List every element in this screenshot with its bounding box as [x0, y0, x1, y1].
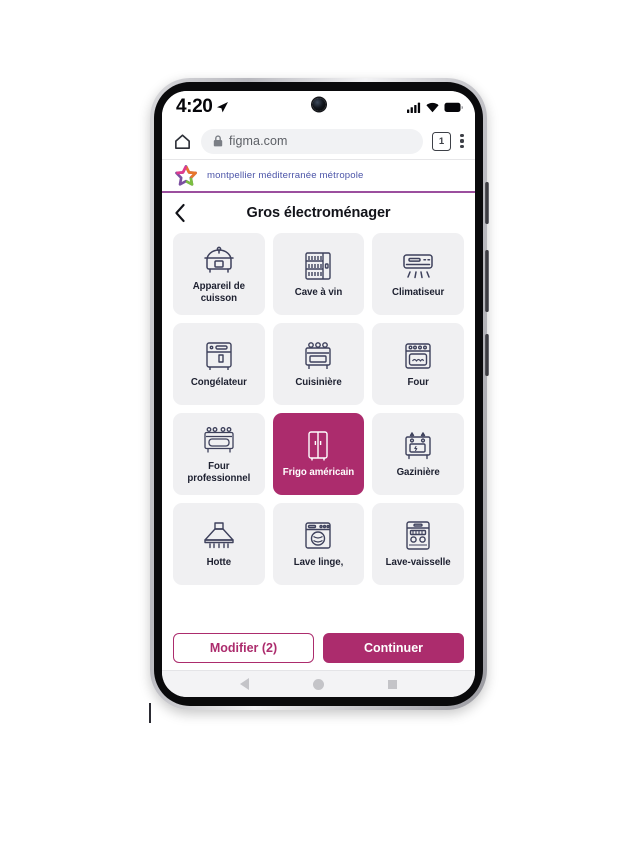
tile-cuisiniere[interactable]: Cuisinière [272, 323, 365, 405]
nav-home-icon[interactable] [313, 678, 324, 690]
tile-label: Gazinière [396, 467, 440, 479]
brand-name: montpellier méditerranée métropole [207, 170, 364, 181]
phone-side-button-3[interactable] [485, 334, 489, 376]
continue-button[interactable]: Continuer [323, 633, 464, 663]
tile-frigo-americain[interactable]: Frigo américain [272, 413, 365, 495]
tile-four[interactable]: Four [372, 323, 464, 405]
phone-side-button-1[interactable] [485, 182, 489, 224]
freezer-icon [204, 338, 234, 374]
tile-label: Climatiseur [392, 287, 445, 299]
tile-label: Lave linge, [293, 557, 344, 569]
gas-stove-icon [403, 428, 433, 464]
professional-oven-icon [202, 422, 236, 458]
wifi-icon [426, 102, 439, 112]
brand-bar: montpellier méditerranée métropole [162, 160, 475, 193]
home-icon[interactable] [173, 132, 192, 151]
tile-label: Four [407, 377, 429, 389]
url-text: figma.com [229, 134, 288, 148]
tile-label: Cuisinière [295, 377, 342, 389]
kebab-menu-icon[interactable] [460, 133, 464, 149]
lock-icon [213, 135, 223, 147]
cellular-signal-icon [407, 102, 421, 113]
nav-back-icon[interactable] [240, 678, 249, 690]
tile-appareil-de-cuisson[interactable]: Appareil de cuisson [173, 233, 265, 315]
tile-label: Four professionnel [187, 461, 251, 484]
tile-congelateur[interactable]: Congélateur [173, 323, 265, 405]
tile-label: Cave à vin [294, 287, 343, 299]
status-bar-left: 4:20 [176, 96, 229, 118]
battery-icon [444, 102, 463, 112]
tile-hotte[interactable]: Hotte [173, 503, 265, 585]
rice-cooker-icon [202, 242, 236, 278]
tile-label: Frigo américain [282, 467, 355, 479]
tile-four-professionnel[interactable]: Four professionnel [173, 413, 265, 495]
tile-climatiseur[interactable]: Climatiseur [372, 233, 464, 315]
phone-screen: 4:20 figma.com 1 montpellier méditerrané… [162, 91, 475, 697]
page-header: Gros électroménager [162, 193, 475, 233]
status-bar-right [407, 102, 463, 113]
washing-machine-icon [304, 518, 332, 554]
american-fridge-icon [305, 428, 331, 464]
cooker-icon [302, 338, 334, 374]
text-caret-artifact [149, 703, 151, 723]
action-bar: Modifier (2) Continuer [162, 626, 475, 670]
oven-icon [403, 338, 433, 374]
page-title: Gros électroménager [246, 205, 391, 221]
tile-label: Hotte [206, 557, 232, 569]
category-grid: Appareil de cuisson Cave à vin Climatise… [173, 233, 464, 585]
dishwasher-icon [404, 518, 432, 554]
status-time: 4:20 [176, 96, 213, 117]
montpellier-star-logo-icon [175, 164, 197, 186]
tile-label: Lave-vaisselle [385, 557, 451, 569]
tile-label: Appareil de cuisson [192, 281, 245, 304]
url-bar[interactable]: figma.com [201, 128, 423, 154]
tile-gaziniere[interactable]: Gazinière [372, 413, 464, 495]
back-chevron-icon[interactable] [174, 203, 186, 223]
front-camera-icon [312, 98, 325, 111]
wine-cellar-icon [303, 248, 333, 284]
android-navigation-bar [162, 670, 475, 697]
tile-cave-a-vin[interactable]: Cave à vin [272, 233, 365, 315]
nav-recents-icon[interactable] [388, 679, 397, 689]
tile-lave-linge[interactable]: Lave linge, [272, 503, 365, 585]
browser-toolbar: figma.com 1 [162, 123, 475, 160]
tile-label: Congélateur [190, 377, 247, 389]
tile-lave-vaisselle[interactable]: Lave-vaisselle [372, 503, 464, 585]
status-bar: 4:20 [162, 91, 475, 123]
modify-button[interactable]: Modifier (2) [173, 633, 314, 663]
air-conditioner-icon [401, 248, 435, 284]
category-grid-scroll[interactable]: Appareil de cuisson Cave à vin Climatise… [162, 233, 475, 626]
phone-mockup: 4:20 figma.com 1 montpellier méditerrané… [150, 78, 489, 710]
location-arrow-icon [217, 102, 229, 113]
tab-counter-button[interactable]: 1 [432, 131, 451, 151]
phone-side-button-2[interactable] [485, 250, 489, 312]
range-hood-icon [202, 518, 236, 554]
